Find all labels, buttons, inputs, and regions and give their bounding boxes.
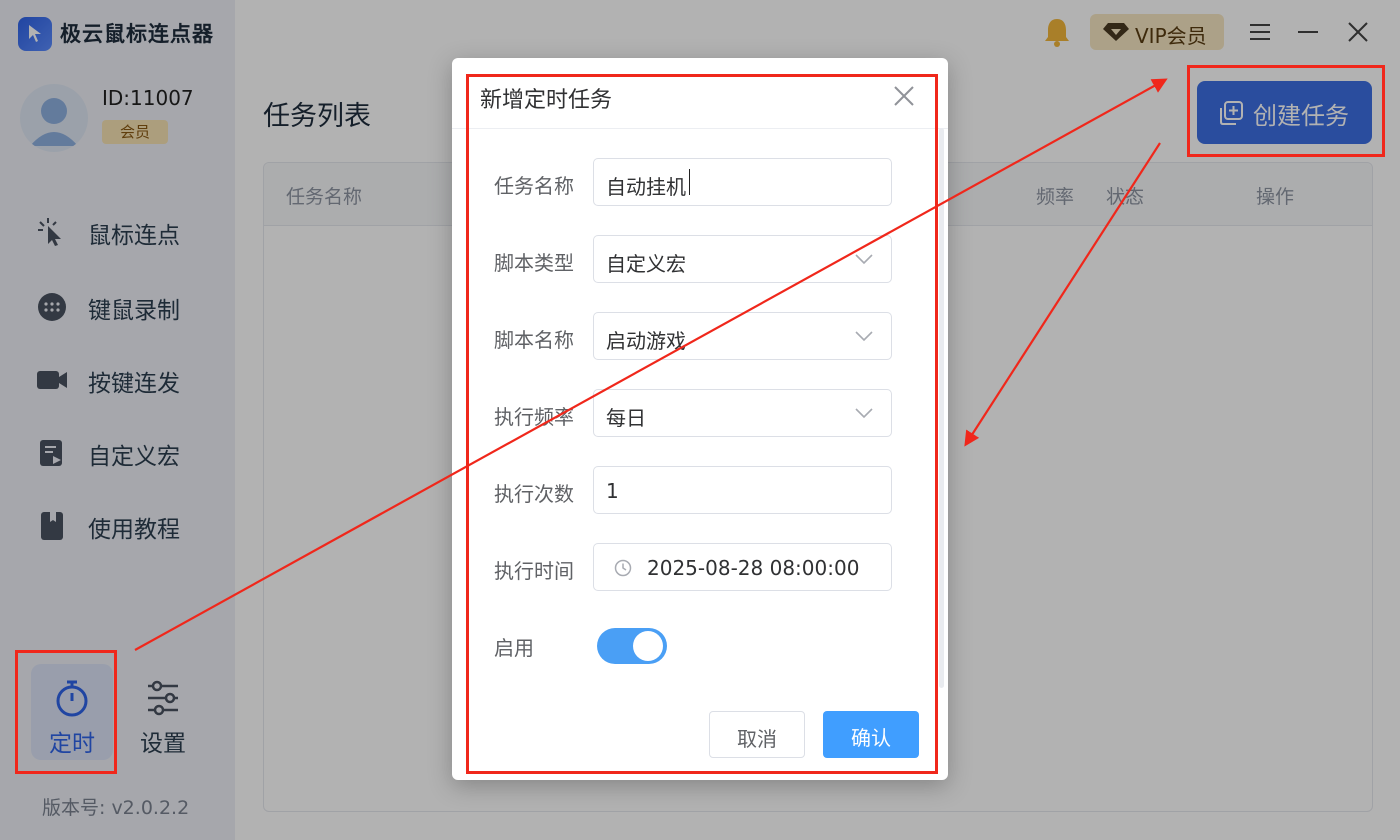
arrow-timer-to-create <box>134 78 1168 651</box>
arrow-create-to-dialog <box>964 142 1161 447</box>
annotation-arrows <box>134 78 1168 651</box>
app-window: 极云鼠标连点器 ID:11007 会员 鼠标连点 键鼠录制 按键连发 自定义宏 … <box>0 0 1400 840</box>
